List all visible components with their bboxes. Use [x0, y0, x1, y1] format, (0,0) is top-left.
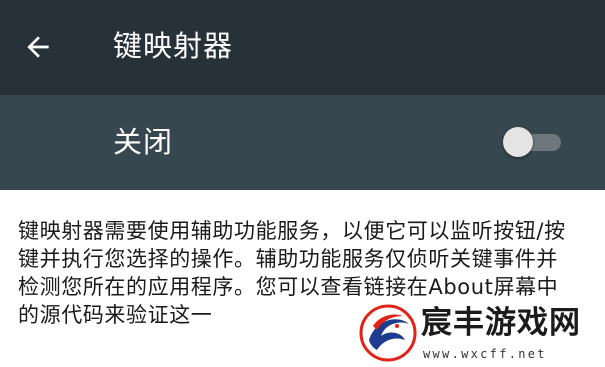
switch-thumb: [503, 127, 533, 157]
app-bar: 键映射器: [0, 0, 605, 95]
service-switch[interactable]: [503, 127, 563, 157]
service-toggle-row[interactable]: 关闭: [0, 95, 605, 190]
toggle-label: 关闭: [113, 125, 174, 159]
page-title: 键映射器: [113, 29, 234, 63]
screen: 键映射器 关闭 键映射器需要使用辅助功能服务，以便它可以监听按钮/按键并执行您选…: [0, 0, 605, 367]
arrow-back-icon: [27, 36, 49, 58]
watermark-url: www.wxcff.net: [423, 347, 547, 361]
back-button[interactable]: [14, 25, 62, 69]
watermark: 宸丰游戏网 www.wxcff.net: [355, 300, 605, 367]
watermark-logo-icon: [359, 304, 417, 362]
watermark-name: 宸丰游戏网: [421, 305, 581, 341]
